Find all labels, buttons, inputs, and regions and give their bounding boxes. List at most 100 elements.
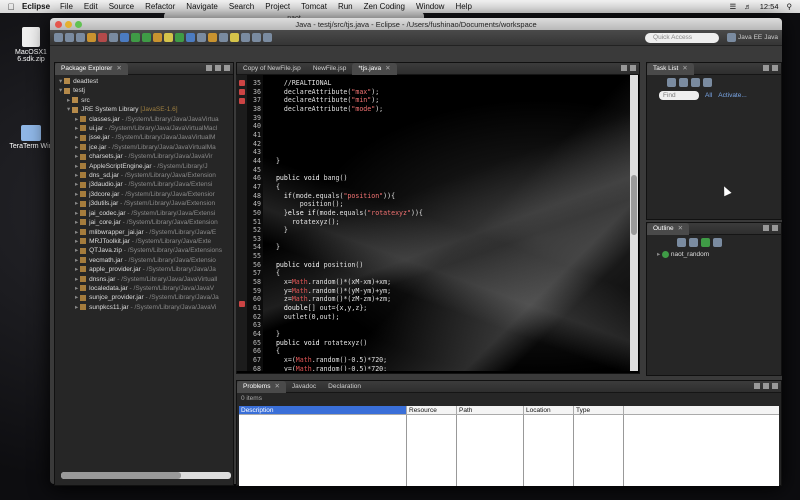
minimize-icon[interactable] bbox=[763, 383, 769, 389]
menu-run[interactable]: Run bbox=[338, 2, 353, 11]
menu-refactor[interactable]: Refactor bbox=[145, 2, 175, 11]
tree-item[interactable]: ▸ j3daudio.jar - /System/Library/Java/Ex… bbox=[59, 180, 233, 189]
desktop-icon-sdk[interactable]: MacOSX1 6.sdk.zip bbox=[8, 27, 54, 63]
column-location[interactable]: Location bbox=[524, 406, 574, 414]
code-line[interactable]: } bbox=[268, 243, 628, 252]
menu-file[interactable]: File bbox=[60, 2, 73, 11]
code-line[interactable]: { bbox=[268, 347, 628, 356]
close-icon[interactable]: ✕ bbox=[385, 65, 390, 72]
server-icon[interactable] bbox=[87, 33, 96, 42]
code-line[interactable]: } bbox=[268, 330, 628, 339]
new-task-icon[interactable] bbox=[667, 78, 676, 87]
tree-item[interactable]: ▸ vecmath.jar - /System/Library/Java/Ext… bbox=[59, 256, 233, 265]
code-editor[interactable]: 35 36 37 38 39 40 41 42 43 44 45 46 47 48 49 50 51 52 53 54… bbox=[236, 75, 638, 371]
tree-item[interactable]: ▸ j3dcore.jar - /System/Library/Java/Ext… bbox=[59, 190, 233, 199]
menu-help[interactable]: Help bbox=[455, 2, 471, 11]
code-line[interactable]: rotatexyz(); bbox=[268, 218, 628, 227]
code-line[interactable] bbox=[268, 166, 628, 175]
code-line[interactable]: declareAttribute("mode"); bbox=[268, 105, 628, 114]
code-line[interactable] bbox=[268, 148, 628, 157]
code-line[interactable] bbox=[268, 122, 628, 131]
print-icon[interactable] bbox=[76, 33, 85, 42]
search-toolbar-icon[interactable] bbox=[197, 33, 206, 42]
code-text[interactable]: //REALTIONAL declareAttribute("max"); de… bbox=[268, 75, 628, 371]
error-marker-icon[interactable] bbox=[239, 89, 245, 95]
menu-edit[interactable]: Edit bbox=[84, 2, 98, 11]
task-filter-all[interactable]: All bbox=[705, 92, 712, 99]
tree-item[interactable]: ▸ jce.jar - /System/Library/Java/JavaVir… bbox=[59, 143, 233, 152]
tree-item[interactable]: ▸ classes.jar - /System/Library/Java/Jav… bbox=[59, 115, 233, 124]
hide-static-icon[interactable] bbox=[701, 238, 710, 247]
code-line[interactable] bbox=[268, 131, 628, 140]
close-icon[interactable]: ✕ bbox=[678, 225, 683, 232]
error-marker-icon[interactable] bbox=[239, 98, 245, 104]
code-line[interactable]: { bbox=[268, 269, 628, 278]
tree-item[interactable]: ▸ mlibwrapper_jai.jar - /System/Library/… bbox=[59, 228, 233, 237]
task-find-input[interactable]: Find bbox=[659, 91, 699, 100]
collapse-all-icon[interactable] bbox=[206, 65, 212, 71]
minimize-icon[interactable] bbox=[215, 65, 221, 71]
next-annotation-icon[interactable] bbox=[230, 33, 239, 42]
tree-item[interactable]: ▾ deadtest bbox=[59, 77, 233, 86]
error-marker-icon[interactable] bbox=[239, 80, 245, 86]
run-external-icon[interactable] bbox=[142, 33, 151, 42]
outline-item[interactable]: ▸ naot_random bbox=[647, 247, 781, 258]
save-icon[interactable] bbox=[65, 33, 74, 42]
tree-item[interactable]: ▸ apple_provider.jar - /System/Library/J… bbox=[59, 265, 233, 274]
menu-search[interactable]: Search bbox=[229, 2, 254, 11]
column-resource[interactable]: Resource bbox=[407, 406, 457, 414]
tree-item[interactable]: ▸ jai_core.jar - /System/Library/Java/Ex… bbox=[59, 218, 233, 227]
code-line[interactable] bbox=[268, 140, 628, 149]
code-line[interactable]: } bbox=[268, 157, 628, 166]
tree-item[interactable]: ▸ MRJToolkit.jar - /System/Library/Java/… bbox=[59, 237, 233, 246]
code-line[interactable]: y=(Math.random()-0.5)*720; bbox=[268, 365, 628, 371]
tree-item[interactable]: ▸ localedata.jar - /System/Library/Java/… bbox=[59, 284, 233, 293]
quick-access-input[interactable]: Quick Access bbox=[645, 32, 720, 43]
tab-outline[interactable]: Outline ✕ bbox=[647, 222, 690, 235]
code-line[interactable]: declareAttribute("max"); bbox=[268, 88, 628, 97]
tab-tjs-java[interactable]: *tjs.java ✕ bbox=[352, 62, 397, 75]
tree-item[interactable]: ▸ sunpkcs11.jar - /System/Library/Java/J… bbox=[59, 303, 233, 312]
tab-problems[interactable]: Problems ✕ bbox=[237, 380, 286, 393]
column-description[interactable]: Description bbox=[239, 406, 407, 414]
code-line[interactable]: x=(Math.random()-0.5)*720; bbox=[268, 356, 628, 365]
maximize-icon[interactable] bbox=[630, 65, 636, 71]
view-menu-icon[interactable] bbox=[754, 383, 760, 389]
hide-nonpublic-icon[interactable] bbox=[713, 238, 722, 247]
cut-icon[interactable] bbox=[109, 33, 118, 42]
tab-javadoc[interactable]: Javadoc bbox=[286, 381, 322, 393]
new-class-icon[interactable] bbox=[175, 33, 184, 42]
categorize-icon[interactable] bbox=[679, 78, 688, 87]
open-perspective-icon[interactable] bbox=[727, 33, 737, 42]
tree-item[interactable]: ▾ JRE System Library [JavaSE-1.6] bbox=[59, 105, 233, 114]
minimize-icon[interactable] bbox=[763, 225, 769, 231]
toggle-mark-icon[interactable] bbox=[219, 33, 228, 42]
code-line[interactable]: } bbox=[268, 226, 628, 235]
tree-item[interactable]: ▸ dnsns.jar - /System/Library/Java/JavaV… bbox=[59, 275, 233, 284]
menu-source[interactable]: Source bbox=[109, 2, 134, 11]
debug-icon[interactable] bbox=[120, 33, 129, 42]
code-line[interactable] bbox=[268, 252, 628, 261]
maximize-icon[interactable] bbox=[772, 65, 778, 71]
editor-vertical-scrollbar[interactable] bbox=[630, 75, 638, 371]
code-line[interactable]: z=Math.random()*(zM-zm)+zm; bbox=[268, 295, 628, 304]
tab-newfile[interactable]: NewFile.jsp bbox=[307, 63, 353, 75]
task-activate-link[interactable]: Activate... bbox=[718, 92, 747, 99]
menu-window[interactable]: Window bbox=[416, 2, 444, 11]
code-line[interactable]: declareAttribute("min"); bbox=[268, 96, 628, 105]
run-icon[interactable] bbox=[131, 33, 140, 42]
desktop-icon-teraterm[interactable]: TeraTerm Win bbox=[8, 125, 54, 150]
forward-icon[interactable] bbox=[263, 33, 272, 42]
tab-package-explorer[interactable]: Package Explorer ✕ bbox=[55, 62, 128, 75]
maximize-icon[interactable] bbox=[772, 383, 778, 389]
app-name[interactable]: Eclipse bbox=[22, 2, 50, 11]
prev-annotation-icon[interactable] bbox=[241, 33, 250, 42]
maximize-icon[interactable] bbox=[224, 65, 230, 71]
expand-arrow-icon[interactable]: ▸ bbox=[657, 251, 660, 258]
code-line[interactable]: public void rotatexyz() bbox=[268, 339, 628, 348]
build-icon[interactable] bbox=[98, 33, 107, 42]
wifi-icon[interactable]: ☰ bbox=[729, 2, 736, 11]
minimize-icon[interactable] bbox=[621, 65, 627, 71]
tree-item[interactable]: ▸ jai_codec.jar - /System/Library/Java/E… bbox=[59, 209, 233, 218]
tree-item[interactable]: ▸ ui.jar - /System/Library/Java/JavaVirt… bbox=[59, 124, 233, 133]
